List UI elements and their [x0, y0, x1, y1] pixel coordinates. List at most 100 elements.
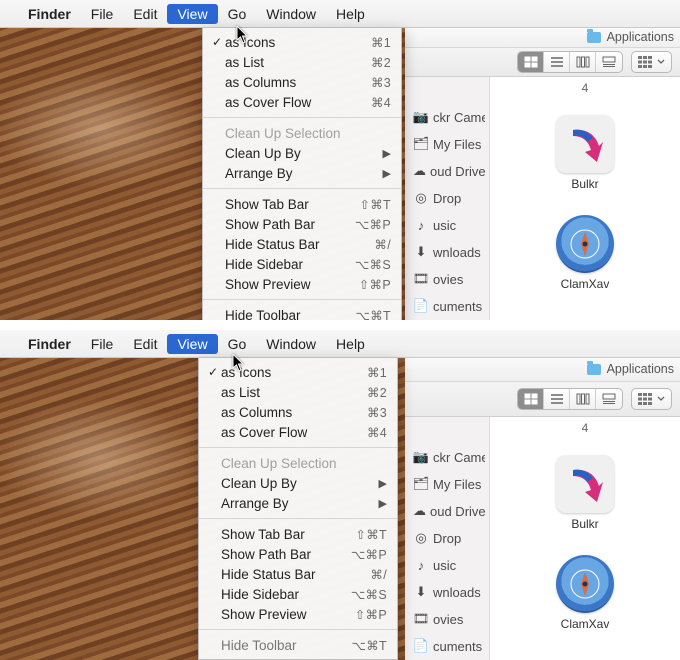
app-label[interactable]: Bulkr: [571, 177, 598, 191]
app-label[interactable]: Bulkr: [571, 517, 598, 531]
menubar-item-file[interactable]: File: [81, 334, 124, 354]
view-mode-coverflow[interactable]: [596, 389, 622, 409]
view-mode-list[interactable]: [544, 389, 570, 409]
arrange-dropdown[interactable]: [631, 51, 672, 73]
menu-item-as-icons[interactable]: ✓ as Icons ⌘1: [199, 362, 397, 382]
menubar-item-window[interactable]: Window: [256, 334, 326, 354]
finder-content-area[interactable]: 4 Bulkr ClamXav: [490, 77, 680, 320]
menu-item-show-tabbar[interactable]: Show Tab Bar ⇧⌘T: [199, 524, 397, 544]
menu-item-show-pathbar[interactable]: Show Path Bar ⌥⌘P: [199, 544, 397, 564]
sidebar-item[interactable]: ♪usic: [409, 212, 485, 238]
sidebar-item-label: ovies: [433, 272, 463, 287]
menubar-item-window[interactable]: Window: [256, 4, 326, 24]
menu-item-show-pathbar[interactable]: Show Path Bar ⌥⌘P: [203, 214, 401, 234]
sidebar-item[interactable]: ⬇︎wnloads: [409, 239, 485, 265]
view-mode-column[interactable]: [570, 52, 596, 72]
menubar-item-help[interactable]: Help: [326, 4, 375, 24]
sidebar-item[interactable]: 🎞ovies: [409, 606, 485, 632]
menubar-item-go[interactable]: Go: [218, 334, 257, 354]
app-label[interactable]: ClamXav: [561, 277, 610, 291]
finder-content-area[interactable]: 4 Bulkr ClamXav: [490, 417, 680, 660]
sidebar-item[interactable]: 📷ckr Camera…: [409, 444, 485, 470]
menu-item-as-coverflow[interactable]: as Cover Flow ⌘4: [199, 422, 397, 442]
menu-item-cleanup-by[interactable]: Clean Up By ▶: [199, 473, 397, 493]
menu-item-label: Show Tab Bar: [221, 527, 355, 542]
menu-shortcut: ⌥⌘T: [352, 638, 387, 653]
menu-shortcut: ⌘1: [371, 35, 391, 50]
window-titlebar[interactable]: Applications: [405, 358, 680, 382]
menu-item-as-list[interactable]: as List ⌘2: [199, 382, 397, 402]
app-label[interactable]: ClamXav: [561, 617, 610, 631]
app-icon-bulkr[interactable]: [556, 455, 614, 513]
sidebar-item[interactable]: ⬇︎wnloads: [409, 579, 485, 605]
sidebar-item[interactable]: ☁︎oud Drive: [409, 498, 485, 524]
menubar-item-view[interactable]: View: [167, 334, 217, 354]
menu-item-hide-toolbar[interactable]: Hide Toolbar ⌥⌘T: [203, 305, 401, 320]
bulkr-arrow-icon: [563, 462, 607, 506]
menubar-item-view[interactable]: View: [167, 4, 217, 24]
sidebar-item[interactable]: 🗂My Files: [409, 131, 485, 157]
menu-divider: [199, 447, 397, 448]
menu-item-hide-statusbar[interactable]: Hide Status Bar ⌘/: [203, 234, 401, 254]
view-mode-segmented[interactable]: [517, 51, 623, 73]
menubar-item-finder[interactable]: Finder: [18, 334, 81, 354]
sidebar-item[interactable]: 🎞ovies: [409, 266, 485, 292]
menu-item-hide-statusbar[interactable]: Hide Status Bar ⌘/: [199, 564, 397, 584]
view-mode-icon[interactable]: [518, 389, 544, 409]
menubar-item-go[interactable]: Go: [218, 4, 257, 24]
menu-shortcut: ⌘3: [367, 405, 387, 420]
menu-item-label: Hide Toolbar: [225, 308, 356, 321]
menu-item-hide-sidebar[interactable]: Hide Sidebar ⌥⌘S: [203, 254, 401, 274]
arrange-dropdown[interactable]: [631, 388, 672, 410]
sidebar-item[interactable]: 🗂My Files: [409, 471, 485, 497]
app-icon-clamxav[interactable]: [556, 215, 614, 273]
menubar-item-finder[interactable]: Finder: [18, 4, 81, 24]
sidebar-item[interactable]: ♪usic: [409, 552, 485, 578]
checkmark-icon: ✓: [209, 35, 225, 49]
sidebar-item[interactable]: 📄cuments: [409, 293, 485, 319]
menu-item-show-preview[interactable]: Show Preview ⇧⌘P: [199, 604, 397, 624]
sidebar-item[interactable]: 📷ckr Camera…: [409, 104, 485, 130]
menubar-item-edit[interactable]: Edit: [123, 4, 167, 24]
sidebar-item[interactable]: 📄cuments: [409, 633, 485, 659]
menu-item-as-columns[interactable]: as Columns ⌘3: [203, 72, 401, 92]
menu-item-arrange-by[interactable]: Arrange By ▶: [203, 163, 401, 183]
menu-item-as-list[interactable]: as List ⌘2: [203, 52, 401, 72]
menu-item-cleanup-by[interactable]: Clean Up By ▶: [203, 143, 401, 163]
sidebar-item-label: cuments: [433, 639, 482, 654]
view-mode-segmented[interactable]: [517, 388, 623, 410]
icon-view-icon: [524, 393, 538, 405]
list-view-icon: [550, 56, 564, 68]
window-title: Applications: [607, 362, 674, 376]
menu-item-hide-sidebar[interactable]: Hide Sidebar ⌥⌘S: [199, 584, 397, 604]
menubar-item-help[interactable]: Help: [326, 334, 375, 354]
app-icon-bulkr[interactable]: [556, 115, 614, 173]
window-titlebar[interactable]: Applications: [405, 28, 680, 48]
view-mode-icon[interactable]: [518, 52, 544, 72]
view-mode-list[interactable]: [544, 52, 570, 72]
menu-item-label: Arrange By: [225, 166, 377, 181]
menu-item-label: Hide Sidebar: [221, 587, 351, 602]
menu-item-hide-toolbar[interactable]: Hide Toolbar ⌥⌘T: [199, 635, 397, 655]
menu-item-label: as List: [221, 385, 367, 400]
menu-item-arrange-by[interactable]: Arrange By ▶: [199, 493, 397, 513]
menu-item-as-icons[interactable]: ✓ as Icons ⌘1: [203, 32, 401, 52]
sidebar-item-label: ovies: [433, 612, 463, 627]
menu-item-show-preview[interactable]: Show Preview ⇧⌘P: [203, 274, 401, 294]
menu-item-as-coverflow[interactable]: as Cover Flow ⌘4: [203, 92, 401, 112]
sidebar-item[interactable]: ☁︎oud Drive: [409, 158, 485, 184]
menu-item-label: Hide Sidebar: [225, 257, 355, 272]
menu-item-show-tabbar[interactable]: Show Tab Bar ⇧⌘T: [203, 194, 401, 214]
menu-item-as-columns[interactable]: as Columns ⌘3: [199, 402, 397, 422]
menu-shortcut: ⌘/: [374, 237, 391, 252]
sidebar-item[interactable]: ◎Drop: [409, 185, 485, 211]
menubar-item-file[interactable]: File: [81, 4, 124, 24]
menu-shortcut: ⌘2: [367, 385, 387, 400]
app-icon-clamxav[interactable]: [556, 555, 614, 613]
sidebar-item[interactable]: ◎Drop: [409, 525, 485, 551]
icloud-icon: ☁︎: [413, 163, 426, 179]
view-mode-coverflow[interactable]: [596, 52, 622, 72]
view-menu: ✓ as Icons ⌘1 as List ⌘2 as Columns ⌘3 a…: [202, 28, 402, 320]
view-mode-column[interactable]: [570, 389, 596, 409]
menubar-item-edit[interactable]: Edit: [123, 334, 167, 354]
